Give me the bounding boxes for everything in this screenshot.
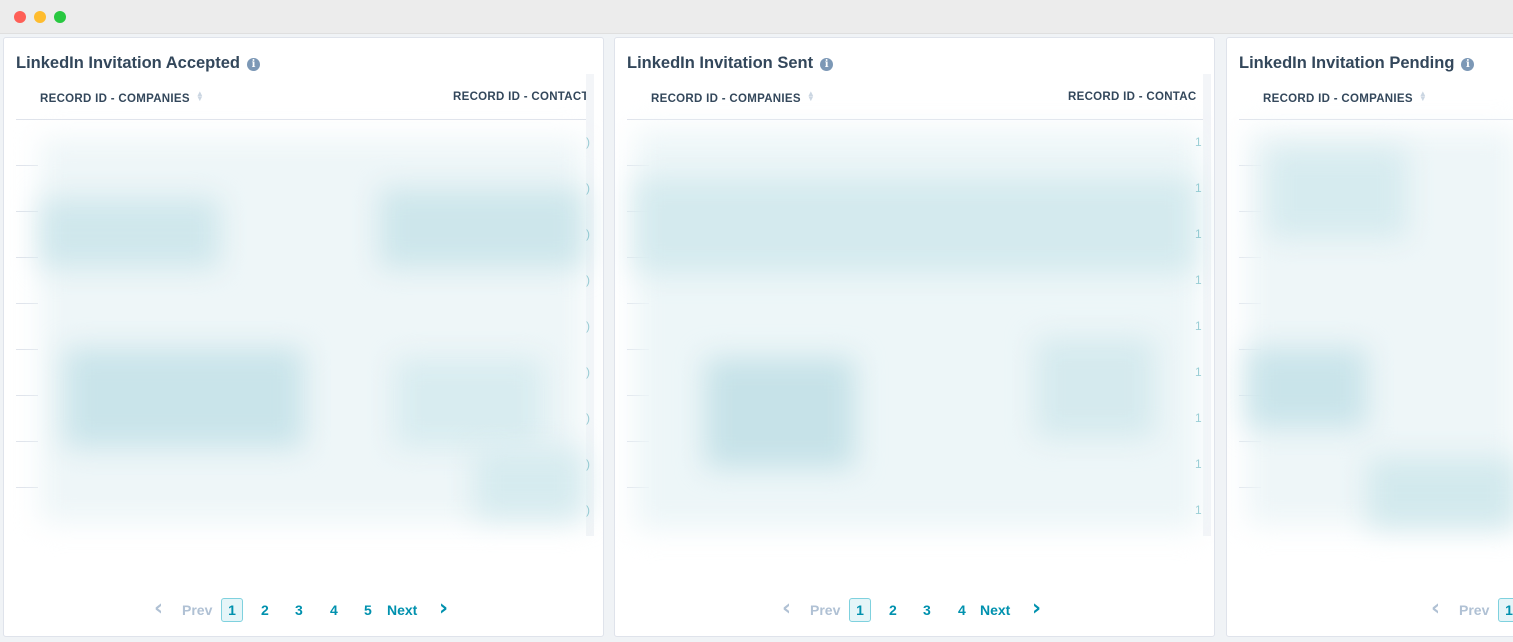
row-value-truncated: ): [586, 503, 590, 517]
zoom-window-button[interactable]: [54, 11, 66, 23]
chevron-right-icon[interactable]: ›: [1032, 598, 1041, 620]
card-title-text: LinkedIn Invitation Accepted: [16, 54, 240, 72]
column-header-contacts[interactable]: RECORD ID - CONTACT: [453, 91, 589, 103]
column-header-label: RECORD ID - COMPANIES: [651, 93, 801, 105]
card-title: LinkedIn Invitation Pending i: [1239, 54, 1475, 73]
row-value-truncated: 1: [1195, 181, 1202, 195]
column-header-label: RECORD ID - COMPANIES: [1263, 93, 1413, 105]
row-value-truncated: 1: [1195, 319, 1202, 333]
next-page-button[interactable]: Next: [387, 598, 417, 622]
row-value-truncated: ): [586, 135, 590, 149]
sort-icon[interactable]: ▲ ▼: [1419, 90, 1427, 103]
info-icon[interactable]: i: [1461, 58, 1475, 71]
header-divider: [627, 119, 1204, 120]
chevron-left-icon[interactable]: ‹: [1431, 598, 1440, 620]
page-3-button[interactable]: 3: [295, 598, 303, 622]
row-value-truncated: 1: [1195, 227, 1202, 241]
blurred-cell: [394, 358, 544, 448]
row-value-truncated: ): [586, 319, 590, 333]
row-value-truncated: 1: [1195, 411, 1202, 425]
dashboard-canvas: LinkedIn Invitation Accepted i RECORD ID …: [0, 34, 1513, 642]
report-card-invitation-sent: LinkedIn Invitation Sent i RECORD ID - CO…: [614, 37, 1215, 637]
column-header-label: RECORD ID - CONTAC: [1068, 91, 1197, 103]
blurred-cell: [40, 198, 220, 268]
blurred-cell: [379, 188, 584, 268]
header-divider: [16, 119, 593, 120]
info-icon[interactable]: i: [247, 58, 260, 71]
row-value-truncated: 1: [1195, 365, 1202, 379]
blurred-cell: [1035, 338, 1155, 438]
blurred-cell: [1267, 148, 1407, 238]
info-icon[interactable]: i: [820, 58, 834, 71]
row-divider: [16, 303, 38, 304]
card-title: LinkedIn Invitation Sent i: [627, 54, 834, 73]
row-value-truncated: 1: [1195, 135, 1202, 149]
sort-icon[interactable]: ▲ ▼: [196, 90, 204, 103]
column-header-label: RECORD ID - COMPANIES: [40, 93, 190, 105]
page-2-button[interactable]: 2: [261, 598, 269, 622]
row-divider: [16, 441, 38, 442]
column-header-companies[interactable]: RECORD ID - COMPANIES ▲ ▼: [651, 90, 815, 106]
page-3-button[interactable]: 3: [923, 598, 931, 622]
row-value-truncated: ): [586, 273, 590, 287]
blurred-cell: [474, 448, 584, 518]
next-page-button[interactable]: Next: [980, 598, 1010, 622]
page-2-button[interactable]: 2: [889, 598, 897, 622]
window-titlebar: [0, 0, 1513, 34]
column-header-label: RECORD ID - CONTACT: [453, 91, 589, 103]
row-divider: [16, 257, 38, 258]
prev-page-button[interactable]: Prev: [182, 598, 212, 622]
blurred-cell: [635, 178, 1195, 273]
row-value-truncated: 1: [1195, 457, 1202, 471]
card-title: LinkedIn Invitation Accepted i: [16, 54, 260, 73]
page-4-button[interactable]: 4: [958, 598, 966, 622]
blurred-cell: [1247, 348, 1367, 428]
row-divider: [16, 349, 38, 350]
chevron-left-icon[interactable]: ‹: [154, 598, 163, 620]
table-scrollbar[interactable]: [1203, 74, 1211, 536]
row-divider: [16, 395, 38, 396]
prev-page-button[interactable]: Prev: [810, 598, 840, 622]
row-value-truncated: 1: [1195, 503, 1202, 517]
pagination: ‹ Prev 1 2 3 4 Next ›: [782, 598, 1062, 622]
close-window-button[interactable]: [14, 11, 26, 23]
column-header-companies[interactable]: RECORD ID - COMPANIES ▲ ▼: [1263, 90, 1427, 106]
page-1-button[interactable]: 1: [849, 598, 871, 622]
pagination: ‹ Prev 1 2 3 4 5 Next ›: [154, 598, 464, 622]
page-5-button[interactable]: 5: [364, 598, 372, 622]
page-4-button[interactable]: 4: [330, 598, 338, 622]
row-divider: [16, 211, 38, 212]
column-header-contacts[interactable]: RECORD ID - CONTAC: [1068, 91, 1197, 103]
page-1-button[interactable]: 1: [1498, 598, 1513, 622]
row-divider: [16, 487, 38, 488]
report-card-invitation-pending: LinkedIn Invitation Pending i RECORD ID -…: [1226, 37, 1513, 637]
sort-icon[interactable]: ▲ ▼: [807, 90, 815, 103]
column-header-companies[interactable]: RECORD ID - COMPANIES ▲ ▼: [40, 90, 204, 106]
row-value-truncated: ): [586, 457, 590, 471]
blurred-cell: [705, 358, 855, 468]
blurred-cell: [1367, 458, 1513, 528]
header-divider: [1239, 119, 1513, 120]
minimize-window-button[interactable]: [34, 11, 46, 23]
row-value-truncated: 1: [1195, 273, 1202, 287]
row-value-truncated: ): [586, 411, 590, 425]
card-title-text: LinkedIn Invitation Sent: [627, 54, 814, 72]
chevron-left-icon[interactable]: ‹: [782, 598, 791, 620]
pagination: ‹ Prev 1: [1431, 598, 1513, 622]
row-value-truncated: ): [586, 365, 590, 379]
row-divider: [16, 165, 38, 166]
row-value-truncated: ): [586, 181, 590, 195]
blurred-cell: [64, 348, 304, 448]
chevron-right-icon[interactable]: ›: [439, 598, 448, 620]
prev-page-button[interactable]: Prev: [1459, 598, 1489, 622]
row-value-truncated: ): [586, 227, 590, 241]
card-title-text: LinkedIn Invitation Pending: [1239, 54, 1455, 72]
page-1-button[interactable]: 1: [221, 598, 243, 622]
report-card-invitation-accepted: LinkedIn Invitation Accepted i RECORD ID …: [3, 37, 604, 637]
